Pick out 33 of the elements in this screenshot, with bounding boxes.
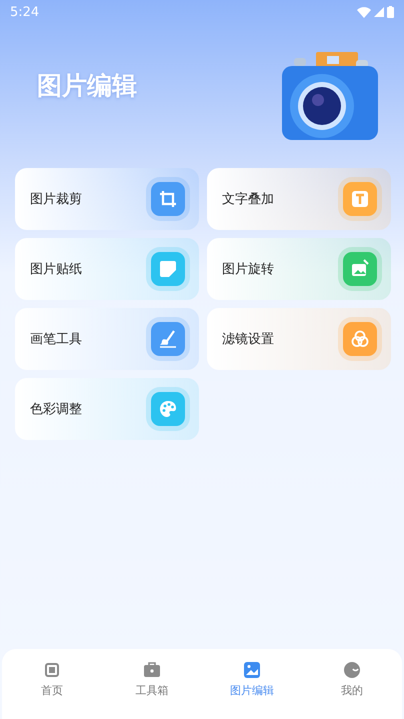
wifi-icon bbox=[357, 6, 371, 18]
status-time: 5:24 bbox=[10, 4, 40, 20]
nav-tab[interactable]: 我的 bbox=[302, 651, 402, 719]
tool-label: 文字叠加 bbox=[222, 191, 274, 208]
tool-label: 色彩调整 bbox=[30, 401, 82, 418]
tool-label: 图片旋转 bbox=[222, 261, 274, 278]
tool-card[interactable]: 色彩调整 bbox=[15, 378, 199, 440]
palette-icon bbox=[158, 399, 178, 419]
tool-card[interactable]: 图片旋转 bbox=[207, 238, 391, 300]
battery-icon bbox=[387, 6, 394, 18]
tool-label: 画笔工具 bbox=[30, 331, 82, 348]
face-icon bbox=[343, 661, 361, 679]
letter-t-icon bbox=[350, 189, 370, 209]
crop-icon bbox=[158, 189, 178, 209]
toolbox-icon bbox=[143, 661, 161, 679]
tool-label: 图片裁剪 bbox=[30, 191, 82, 208]
image-icon bbox=[243, 661, 261, 679]
nav-tab[interactable]: 首页 bbox=[2, 651, 102, 719]
filter-circles-icon bbox=[350, 329, 370, 349]
tool-card[interactable]: 图片贴纸 bbox=[15, 238, 199, 300]
tool-label: 滤镜设置 bbox=[222, 331, 274, 348]
tool-card[interactable]: 图片裁剪 bbox=[15, 168, 199, 230]
brush-icon bbox=[158, 329, 178, 349]
image-rotate-icon bbox=[350, 259, 370, 279]
tool-card[interactable]: 画笔工具 bbox=[15, 308, 199, 370]
sticker-icon bbox=[158, 259, 178, 279]
page-title: 图片编辑 bbox=[37, 70, 137, 102]
nav-tab[interactable]: 工具箱 bbox=[102, 651, 202, 719]
chip-icon bbox=[43, 661, 61, 679]
tool-card[interactable]: 滤镜设置 bbox=[207, 308, 391, 370]
tool-card[interactable]: 文字叠加 bbox=[207, 168, 391, 230]
tool-label: 图片贴纸 bbox=[30, 261, 82, 278]
signal-icon bbox=[374, 7, 384, 17]
